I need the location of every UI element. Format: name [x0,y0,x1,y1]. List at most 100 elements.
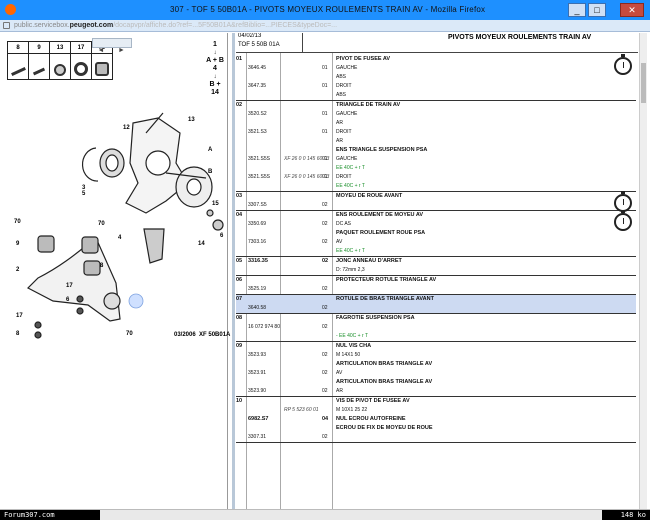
ref-box-1: 1 ↓ A + B [206,41,224,64]
part-description: ABS [336,92,347,98]
part-row[interactable]: 01 PIVOT DE FUSEE AV 3646.45 01 GAUCHE ABS 364… [236,54,636,101]
part-line: 3521.S3 01 DROIT [236,128,636,137]
part-description: GAUCHE [336,111,358,117]
part-line: 16 072 974 80 02 [236,323,636,332]
next-arrow-icon[interactable]: ► [115,47,127,55]
part-line: 6982.S7 04 NUL ECROU AUTOFREINE [236,415,636,424]
part-line: 03 MOYEU DE ROUE AVANT [236,192,636,201]
item-number: 04 [236,212,243,218]
vertical-scrollbar[interactable] [639,33,647,509]
part-reference: 3307.31 [248,434,267,440]
part-row[interactable]: 09 NUL VIS CHA 3523.93 02 M 14X1 50 ARTICULAT… [236,342,636,397]
part-line: ARTICULATION BRAS TRIANGLE AV [236,378,636,387]
address-bar[interactable]: public.servicebox.peugeot.com/docapvpr/a… [0,20,650,32]
part-description: VIS DE PIVOT DE FUSEE AV [336,398,410,404]
part-row[interactable]: 07 ROTULE DE BRAS TRIANGLE AVANT 3640.58 02 [236,295,636,314]
item-number: 09 [236,343,243,349]
part-quantity: 04 [322,416,329,422]
part-line: ECROU DE FIX DE MOYEU DE ROUE [236,424,636,433]
status-bar: Forum307.com 148 ko [0,509,650,520]
stopwatch-icon[interactable] [614,210,632,231]
doc-ref: TOF 5 50B 01A [238,42,280,48]
part-description: AR [336,138,343,144]
part-line: 10 VIS DE PIVOT DE FUSEE AV [236,397,636,406]
part-description: M 10X1 25 22 [336,407,368,413]
part-reference: 3523.91 [248,370,267,376]
part-description: MOYEU DE ROUE AVANT [336,193,403,199]
parts-list-panel: 04/02/13 TOF 5 50B 01A PIVOTS MOYEUX ROU… [236,33,638,509]
part-description: DROIT [336,174,352,180]
part-description: PAQUET ROULEMENT ROUE PSA [336,230,426,236]
address-url[interactable]: public.servicebox.peugeot.com/docapvpr/a… [14,22,337,29]
callout-label: 12 [123,125,130,131]
part-quantity: 01 [322,111,328,117]
part-row[interactable]: 04 ENS ROULEMENT DE MOYEU AV 3350.69 02 DC A… [236,210,636,257]
part-description: DC AS [336,221,352,227]
page-size-badge: 148 ko [602,510,650,520]
part-line: 7303.16 02 AV [236,238,636,247]
part-quantity: 02 [322,434,328,440]
part-line: AR [236,119,636,128]
callout-label: 8 [16,331,20,337]
callout-label: 70 [126,331,133,337]
part-row[interactable]: 02 TRIANGLE DE TRAIN AV 3520.S2 01 GAUCHE AR 3… [236,101,636,192]
part-quantity: 02 [322,370,328,376]
callout-label: 17 [16,313,23,319]
part-row[interactable]: 10 VIS DE PIVOT DE FUSEE AV RP 5 523 60 01… [236,397,636,443]
pane-splitter[interactable] [232,33,235,509]
part-reference: 3520.S2 [248,111,267,117]
part-reference: 3640.58 [248,305,267,311]
part-description: EE 40C + r T [336,248,365,254]
part-reference: 3523.90 [248,388,267,394]
part-description: GAUCHE [336,65,358,71]
part-line: 3521.S5S XF 26 0 0 145 60 03 01 GAUCHE [236,155,636,164]
diagram-date-ref: 03/2006 XF 50B01A [174,332,231,338]
item-number: 10 [236,398,243,404]
part-line: 08 FAGROTIE SUSPENSION PSA [236,314,636,323]
part-description: AV [336,239,343,245]
stopwatch-icon[interactable] [614,54,632,75]
close-button[interactable]: ✕ [620,3,644,17]
scroll-thumb[interactable] [641,63,646,103]
part-number: RP 5 523 60 01 [284,407,319,413]
part-reference: 3646.45 [248,65,267,71]
parts-header-cell: 8 [7,41,29,54]
callout-label: 15 [212,201,219,207]
part-quantity: 02 [322,221,328,227]
item-number: 08 [236,315,243,321]
part-description: ENS ROULEMENT DE MOYEU AV [336,212,424,218]
previous-arrow-icon[interactable]: ◄ [95,47,107,55]
part-line: 07 ROTULE DE BRAS TRIANGLE AVANT [236,295,636,304]
part-row[interactable]: 08 FAGROTIE SUSPENSION PSA 16 072 974 80 02… [236,314,636,342]
part-line: 01 PIVOT DE FUSEE AV [236,55,636,64]
part-description: FAGROTIE SUSPENSION PSA [336,315,415,321]
part-description: NUL VIS CHA [336,343,372,349]
part-row[interactable]: 05 3316.35 02 JONC ANNEAU D'ARRET D: 72mm 2,… [236,257,636,276]
maximize-button[interactable]: □ [588,3,606,17]
part-line: ENS TRIANGLE SUSPENSION PSA [236,146,636,155]
parts-rows: 01 PIVOT DE FUSEE AV 3646.45 01 GAUCHE ABS 364… [236,54,636,443]
part-reference: 3523.93 [248,352,267,358]
parts-header-cell: 13 [49,41,71,54]
part-quantity: 02 [322,324,328,330]
part-quantity: 02 [322,258,329,264]
site-badge: Forum307.com [0,510,100,520]
part-quantity: 01 [322,83,328,89]
part-description: PROTECTEUR ROTULE TRIANGLE AV [336,277,437,283]
diagram-nav-toolbar: ◄ ► [92,38,132,54]
part-description: AR [336,388,343,394]
part-description: EE 40C + r T [336,183,365,189]
lock-icon [3,22,10,29]
highlight-marker[interactable] [128,293,144,309]
part-description: NUL ECROU AUTOFREINE [336,416,406,422]
part-row[interactable]: 03 MOYEU DE ROUE AVANT 3307.S5 02 [236,191,636,212]
minimize-button[interactable]: _ [568,3,586,17]
part-line: 3523.90 02 AR [236,387,636,396]
part-reference: 3525.19 [248,286,267,292]
part-reference: 3316.35 [248,258,268,264]
part-line: 04 ENS ROULEMENT DE MOYEU AV [236,211,636,220]
item-number: 03 [236,193,243,199]
part-row[interactable]: 06 PROTECTEUR ROTULE TRIANGLE AV 3525.19 02 [236,276,636,295]
callout-label: 4 [118,235,122,241]
part-description: ARTICULATION BRAS TRIANGLE AV [336,379,433,385]
